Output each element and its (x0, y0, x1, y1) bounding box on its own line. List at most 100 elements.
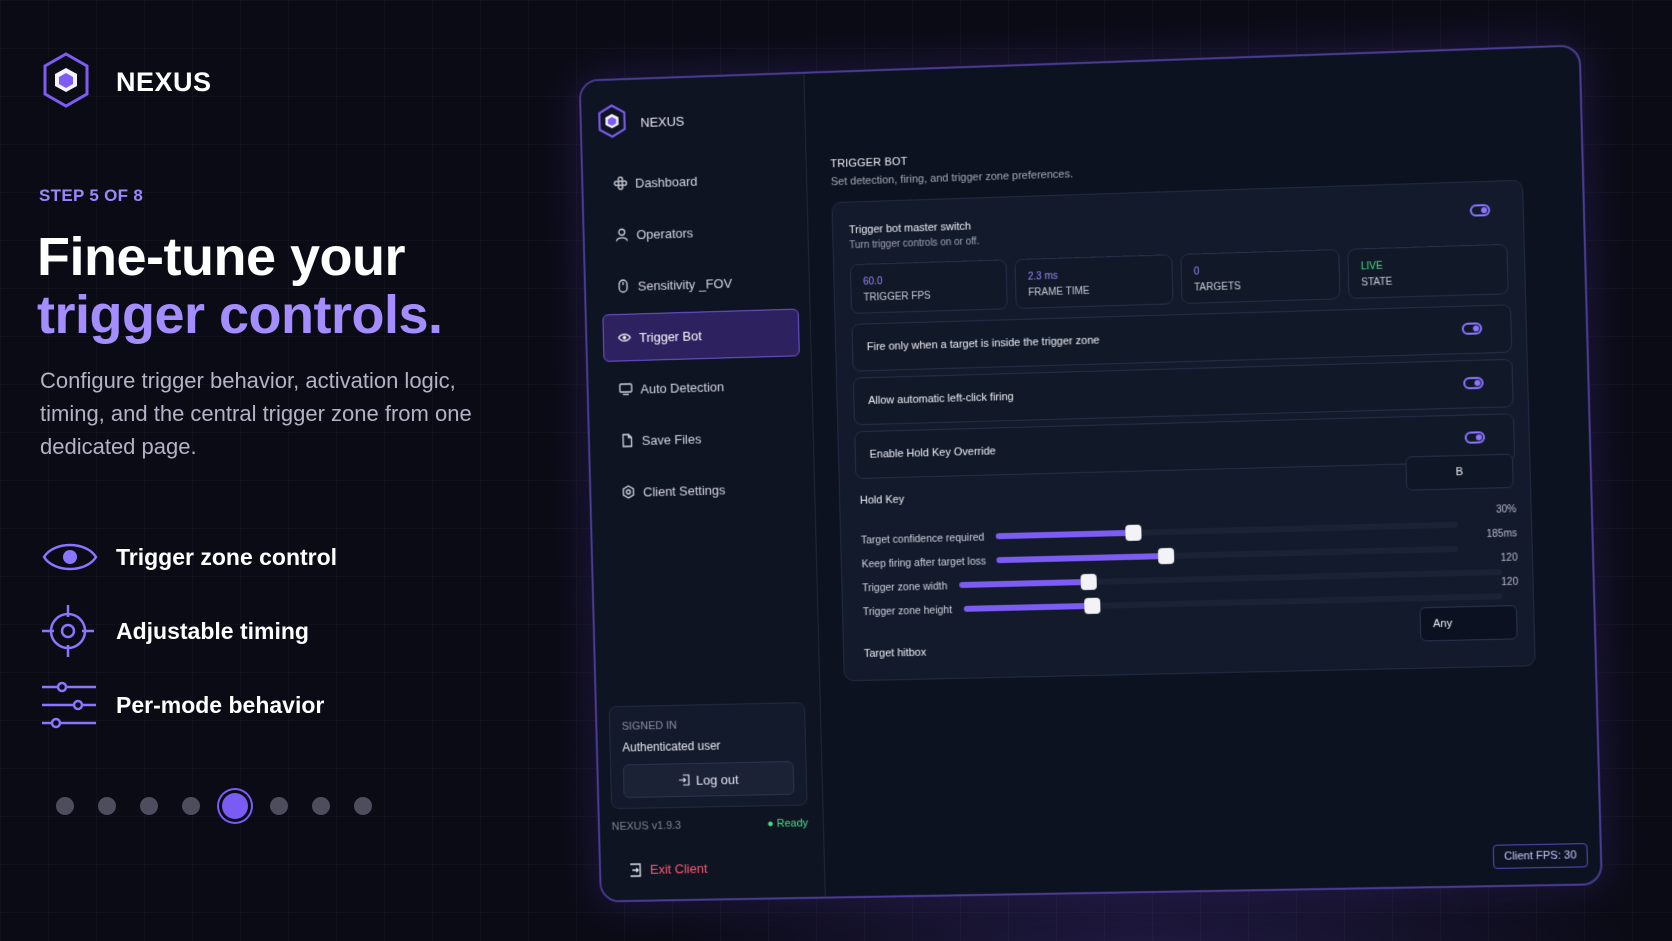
hold-key-label: Hold Key (859, 493, 905, 507)
master-switch-subtitle: Turn trigger controls on or off. (849, 236, 980, 252)
page-title: TRIGGER BOT (830, 155, 908, 171)
stat-label: STATE (1361, 276, 1393, 289)
version-label: NEXUS v1.9.3 (611, 819, 682, 833)
sidebar-item-dashboard[interactable]: Dashboard (598, 154, 796, 208)
stats-row: 60.0 TRIGGER FPS 2.3 ms FRAME TIME 0 TAR… (849, 243, 1509, 314)
app-brand: NEXUS (597, 102, 685, 144)
fire-in-zone-toggle[interactable] (1461, 322, 1483, 335)
stat-value: 0 (1193, 266, 1200, 278)
page-dot-5-active[interactable] (222, 793, 248, 819)
page-dot-4[interactable] (182, 797, 200, 815)
slider-thumb[interactable] (1158, 547, 1175, 565)
headline-line2: trigger controls. (37, 285, 443, 345)
client-fps-badge: Client FPS: 30 (1492, 843, 1589, 869)
page-dot-6[interactable] (270, 797, 288, 815)
crosshair-icon (42, 603, 114, 659)
master-switch-title: Trigger bot master switch (848, 220, 972, 237)
status-ready: ● Ready (767, 817, 809, 831)
sidebar-item-label: Trigger Bot (638, 327, 702, 345)
slider-label: Target confidence required (860, 531, 985, 547)
sidebar-item-label: Sensitivity _FOV (637, 275, 733, 294)
slider-fill (959, 578, 1089, 589)
feature-item: Trigger zone control (42, 520, 337, 594)
hexagon-logo-icon (597, 104, 627, 144)
logout-label: Log out (695, 771, 739, 788)
page-dot-3[interactable] (140, 797, 158, 815)
file-icon (620, 433, 634, 447)
feature-item: Adjustable timing (42, 594, 337, 668)
main-content: TRIGGER BOT Set detection, firing, and t… (804, 46, 1600, 896)
sidebar-item-operators[interactable]: Operators (600, 205, 798, 259)
version-row: NEXUS v1.9.3 ● Ready (612, 817, 809, 833)
sidebar-item-label: Auto Detection (640, 378, 725, 397)
slider-track[interactable] (995, 521, 1458, 542)
logout-button[interactable]: Log out (622, 760, 795, 799)
exit-icon (628, 863, 642, 877)
feature-list: Trigger zone control Adjustable timing P… (42, 520, 337, 742)
slider-track[interactable] (996, 545, 1459, 565)
slider-thumb[interactable] (1125, 524, 1142, 542)
slider-thumb[interactable] (1083, 597, 1101, 615)
sliders-icon (42, 681, 114, 729)
sidebar-item-sensitivity-fov[interactable]: Sensitivity _FOV (601, 257, 799, 311)
stat-label: FRAME TIME (1028, 285, 1090, 299)
stat-value: LIVE (1360, 260, 1383, 273)
hold-key-input[interactable]: B (1405, 453, 1514, 491)
dashboard-icon (613, 176, 627, 190)
page-dot-7[interactable] (312, 797, 330, 815)
sidebar-nav: Dashboard Operators Sensitivity _FOV Tri… (598, 154, 804, 521)
page-dot-1[interactable] (56, 797, 74, 815)
sidebar-item-client-settings[interactable]: Client Settings (606, 464, 804, 517)
slider-track[interactable] (959, 569, 1502, 591)
eye-icon (42, 535, 114, 579)
stat-label: TARGETS (1194, 281, 1242, 294)
stat-trigger-fps: 60.0 TRIGGER FPS (849, 259, 1008, 314)
page-dot-8[interactable] (354, 797, 372, 815)
brand: NEXUS (42, 52, 212, 113)
stat-frame-time: 2.3 ms FRAME TIME (1014, 254, 1174, 310)
stat-label: TRIGGER FPS (863, 290, 931, 304)
app-brand-name: NEXUS (640, 113, 685, 131)
stat-value: 60.0 (863, 276, 883, 288)
stat-value: 2.3 ms (1027, 270, 1058, 283)
stat-targets: 0 TARGETS (1180, 249, 1341, 305)
slider-fill (963, 602, 1093, 612)
brand-name: NEXUS (116, 67, 212, 97)
slider-value: 30% (1495, 504, 1517, 516)
feature-label: Adjustable timing (116, 617, 309, 644)
exit-client-button[interactable]: Exit Client (628, 860, 708, 877)
page-dot-2[interactable] (98, 797, 116, 815)
slider-value: 120 (1500, 552, 1518, 565)
hold-key-override-toggle[interactable] (1464, 431, 1486, 444)
auto-left-click-toggle[interactable] (1463, 376, 1484, 390)
slider-value: 185ms (1486, 528, 1518, 541)
target-hitbox-select[interactable]: Any (1419, 605, 1518, 642)
slider-label: Keep firing after target loss (861, 555, 987, 571)
page-subtitle: Set detection, firing, and trigger zone … (830, 168, 1074, 189)
sidebar-item-label: Dashboard (634, 173, 698, 191)
feature-label: Trigger zone control (116, 543, 338, 570)
sidebar-item-save-files[interactable]: Save Files (605, 412, 803, 465)
toggle-row-label: Fire only when a target is inside the tr… (866, 334, 1100, 354)
slider-fill (996, 553, 1167, 564)
signed-in-user: Authenticated user (622, 738, 721, 755)
exit-client-label: Exit Client (649, 860, 708, 877)
stat-state: LIVE STATE (1347, 243, 1509, 300)
signed-in-caption: SIGNED IN (621, 719, 678, 733)
slider-thumb[interactable] (1080, 573, 1097, 591)
master-switch-toggle[interactable] (1469, 203, 1491, 217)
pagination-dots (56, 793, 372, 819)
lead-text: Configure trigger behavior, activation l… (40, 368, 472, 459)
monitor-icon (619, 382, 633, 396)
toggle-row-label: Allow automatic left-click firing (868, 390, 1014, 408)
headline: Fine-tune your trigger controls. (37, 228, 443, 344)
feature-item: Per-mode behavior (42, 668, 337, 742)
sidebar-item-auto-detection[interactable]: Auto Detection (604, 360, 802, 413)
signed-in-panel: SIGNED IN Authenticated user Log out (608, 702, 808, 810)
master-switch-section: Trigger bot master switch Turn trigger c… (848, 220, 980, 252)
toggle-row-label: Enable Hold Key Override (869, 445, 996, 461)
mouse-icon (616, 279, 630, 293)
app-sidebar: NEXUS Dashboard Operators Sensitivity _F… (580, 73, 826, 901)
sidebar-item-label: Client Settings (642, 481, 726, 499)
sidebar-item-trigger-bot[interactable]: Trigger Bot (602, 308, 800, 362)
